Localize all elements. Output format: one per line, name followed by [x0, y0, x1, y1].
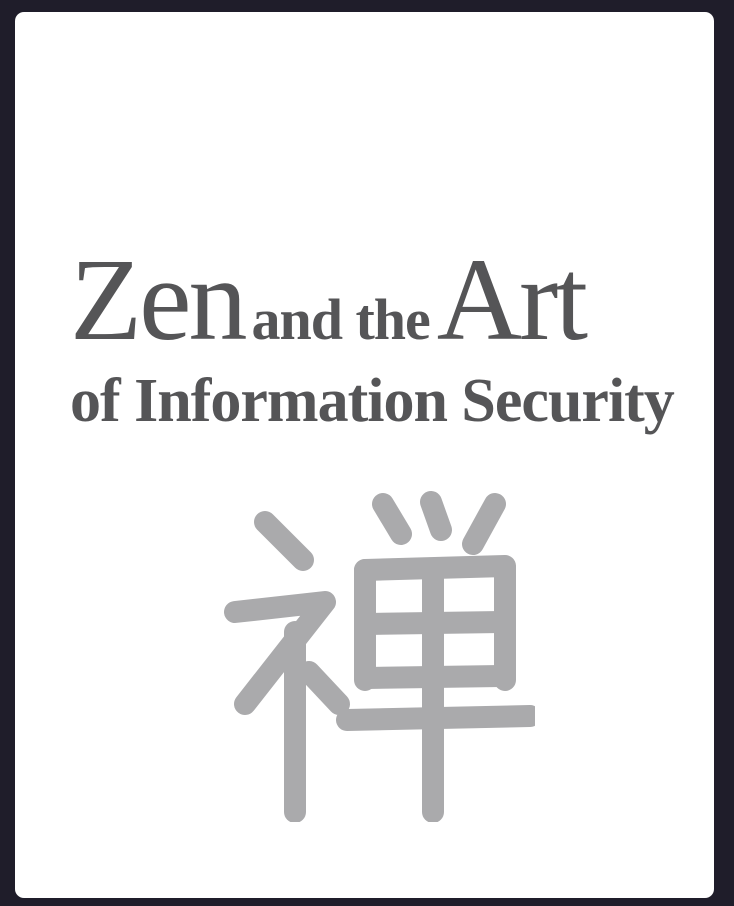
book-title: Zen and the Art	[70, 241, 588, 359]
title-word-zen: Zen	[70, 234, 247, 365]
book-cover: Zen and the Art of Information Security	[15, 12, 714, 898]
book-subtitle: of Information Security	[70, 367, 675, 435]
zen-kanji-glyph	[224, 491, 535, 822]
title-word-and-the: and the	[251, 287, 430, 352]
title-word-art: Art	[436, 234, 588, 365]
